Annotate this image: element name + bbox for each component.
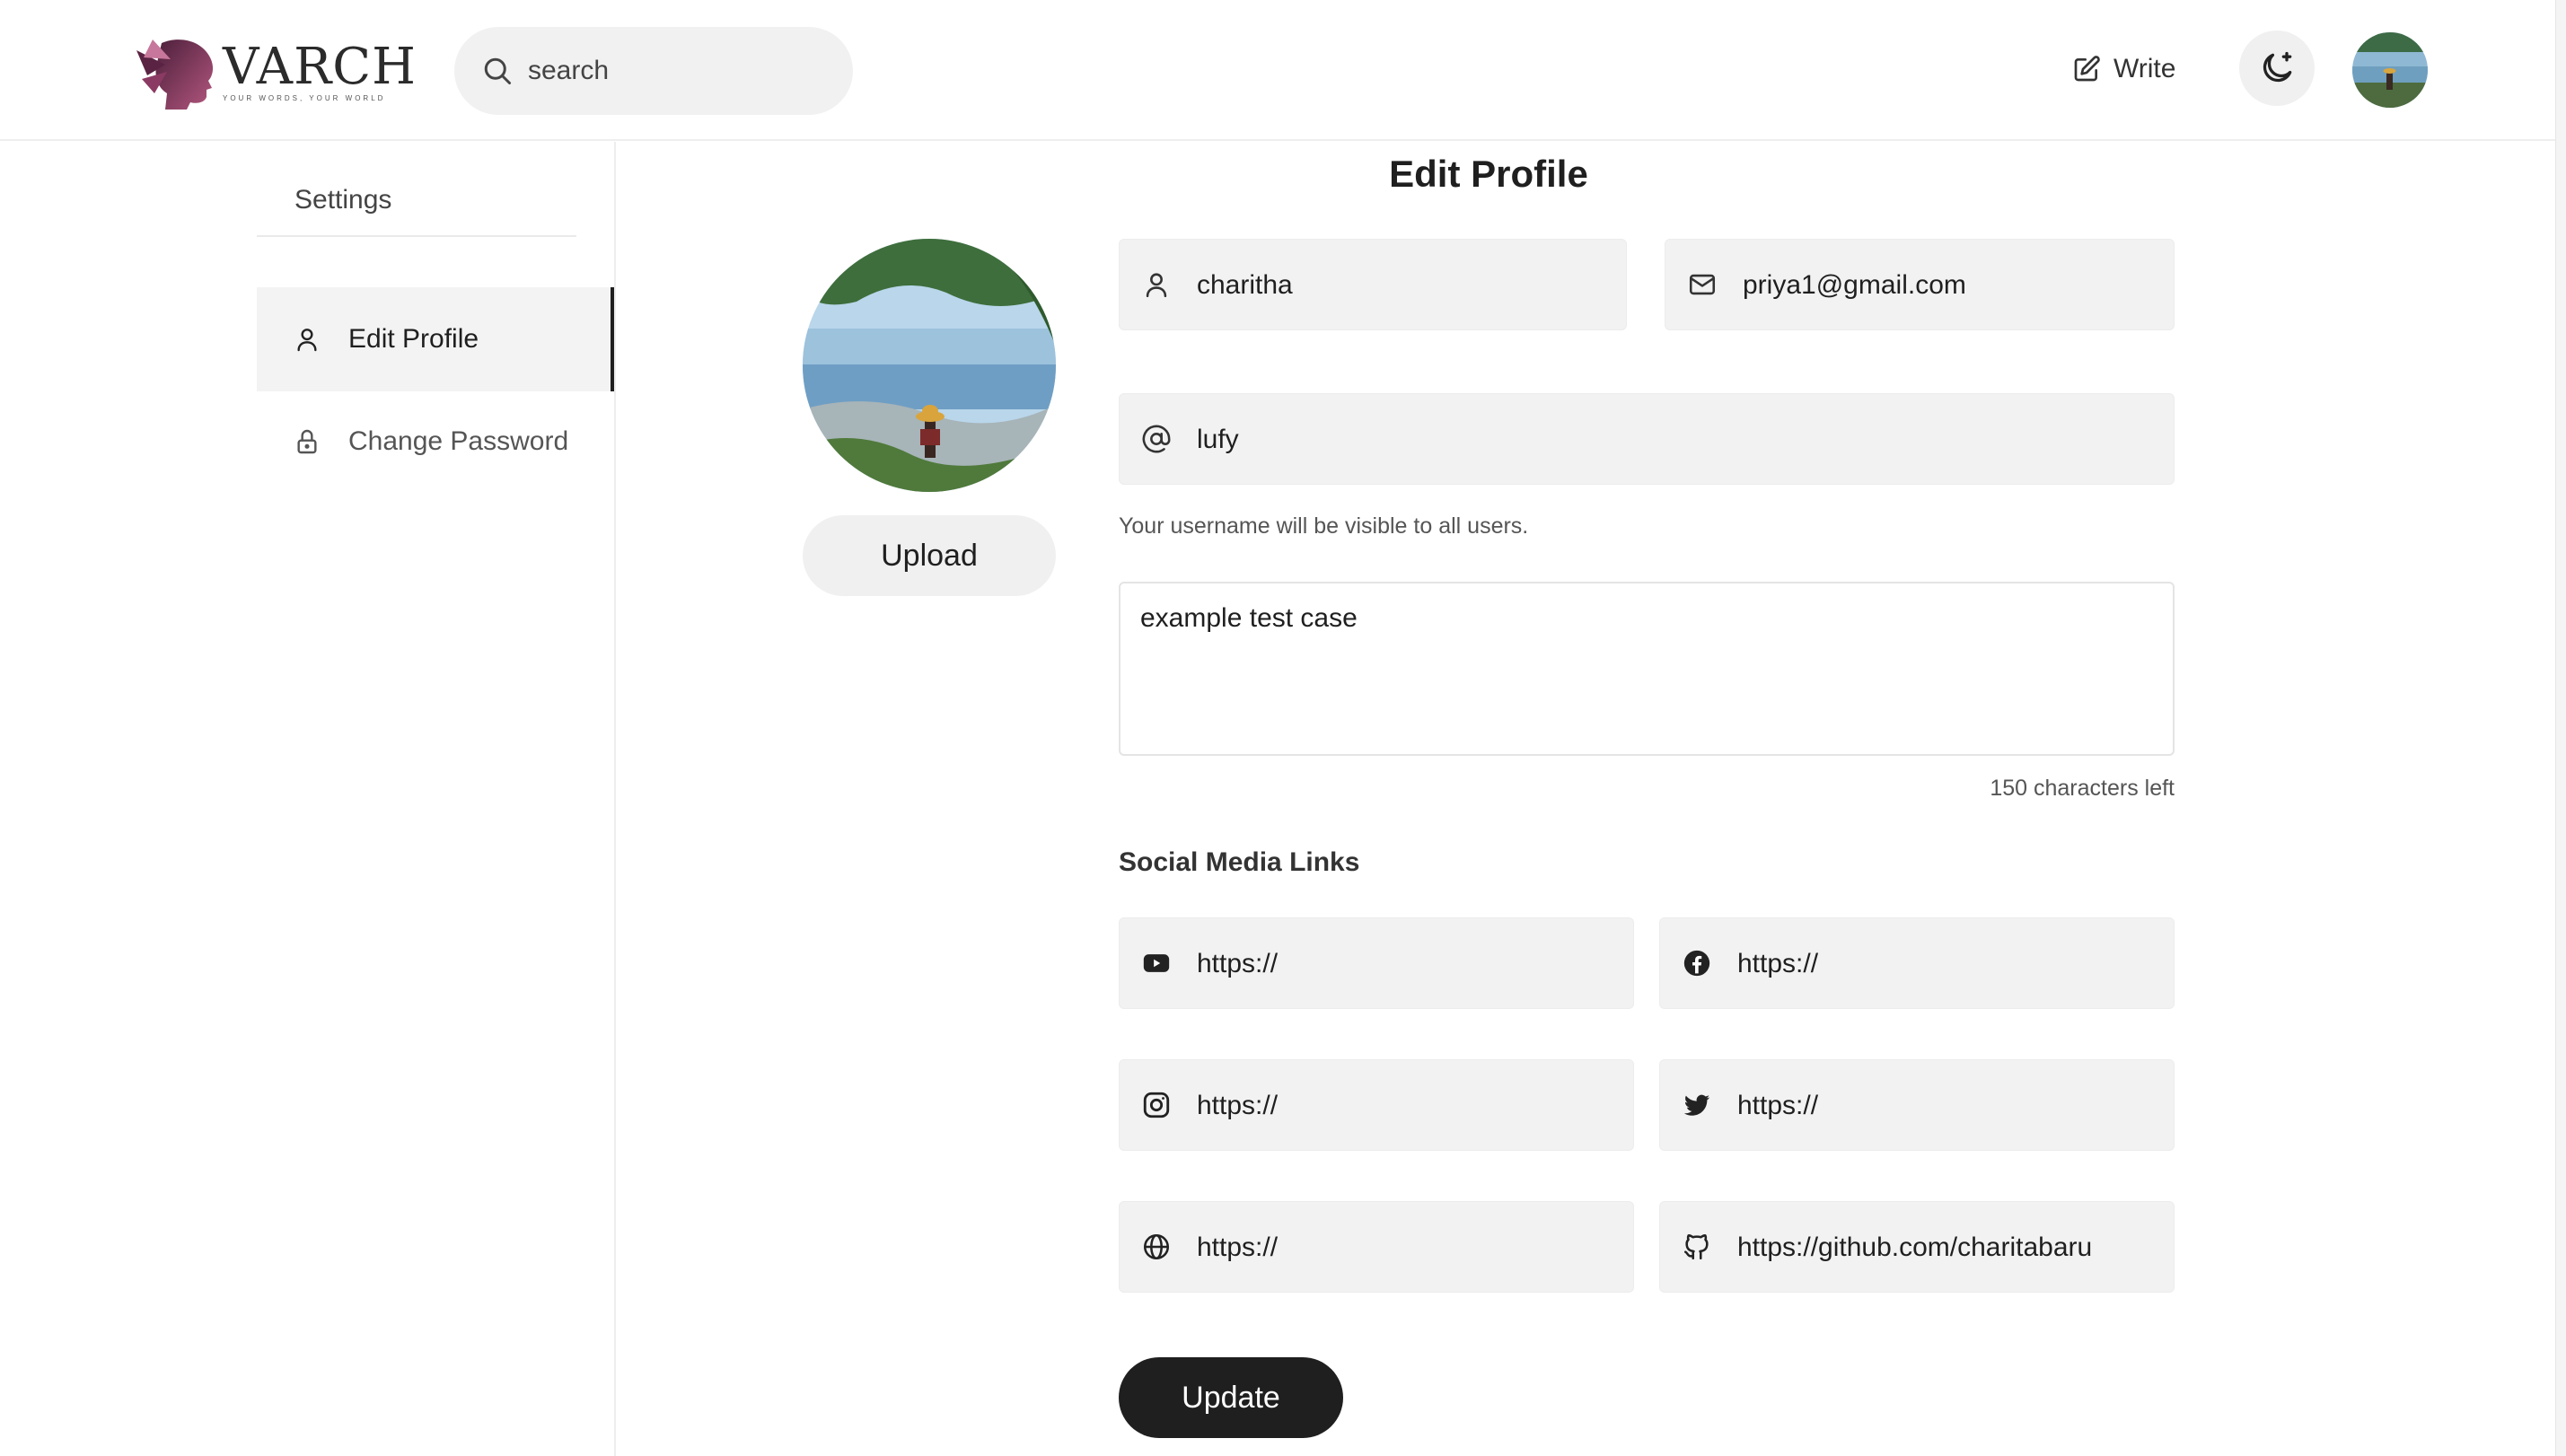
update-button[interactable]: Update [1119,1357,1343,1438]
username-field [1119,393,2175,485]
social-links-heading: Social Media Links [1119,847,1360,877]
sidebar-item-label: Change Password [348,426,569,456]
characters-left-counter: 150 characters left [1990,776,2175,801]
theme-toggle-button[interactable] [2239,31,2315,106]
facebook-icon [1683,950,1710,977]
avatar-image [2352,32,2428,108]
bio-textarea[interactable]: example test case [1140,603,2153,734]
facebook-input[interactable] [1737,940,2156,988]
scrollbar[interactable] [2555,0,2566,1456]
sidebar-divider [257,235,576,237]
upload-button[interactable]: Upload [803,515,1056,596]
facebook-field [1659,917,2175,1009]
instagram-icon [1143,1092,1170,1118]
user-icon [297,329,317,352]
search-bar [454,27,853,115]
moon-icon [2263,51,2292,83]
bio-field: example test case [1119,582,2175,756]
logo-wordmark: VARCH [223,37,417,96]
profile-image [803,239,1056,492]
github-input[interactable] [1737,1224,2156,1272]
sidebar-item-change-password[interactable]: Change Password [257,390,614,494]
youtube-field [1119,917,1634,1009]
fullname-input[interactable] [1197,261,1608,310]
website-field [1119,1201,1634,1293]
mail-icon [1689,274,1716,295]
username-input[interactable] [1197,416,2156,464]
github-icon [1683,1234,1709,1260]
lock-icon [297,429,317,454]
sidebar-item-edit-profile[interactable]: Edit Profile [257,287,614,391]
user-icon [1146,273,1167,298]
github-field [1659,1201,2175,1293]
settings-sidebar: Settings Edit Profile Change Password [0,142,616,1456]
write-link[interactable]: Write [2072,47,2175,92]
email-field [1665,239,2175,330]
username-hint: Your username will be visible to all use… [1119,513,1529,539]
globe-icon [1143,1233,1170,1260]
twitter-field [1659,1059,2175,1151]
twitter-icon [1683,1094,1710,1116]
at-sign-icon [1142,425,1171,453]
twitter-input[interactable] [1737,1082,2156,1130]
fullname-field [1119,239,1627,330]
sidebar-title: Settings [294,185,392,215]
instagram-input[interactable] [1197,1082,1615,1130]
website-input[interactable] [1197,1224,1615,1272]
youtube-icon [1143,954,1170,972]
logo-tagline: YOUR WORDS, YOUR WORLD [223,93,386,102]
edit-icon [2074,56,2100,82]
instagram-field [1119,1059,1634,1151]
youtube-input[interactable] [1197,940,1615,988]
search-icon [484,57,511,84]
logo-head-icon [136,39,214,110]
page-title: Edit Profile [1389,153,1588,195]
email-input[interactable] [1743,261,2156,310]
write-label: Write [2113,54,2176,83]
varch-logo[interactable]: VARCH YOUR WORDS, YOUR WORLD [135,34,417,110]
user-avatar[interactable] [2352,32,2428,108]
sidebar-item-label: Edit Profile [348,324,479,354]
top-navbar: VARCH YOUR WORDS, YOUR WORLD Write [0,0,2566,141]
search-input[interactable] [528,48,824,93]
profile-picture[interactable] [803,239,1056,492]
